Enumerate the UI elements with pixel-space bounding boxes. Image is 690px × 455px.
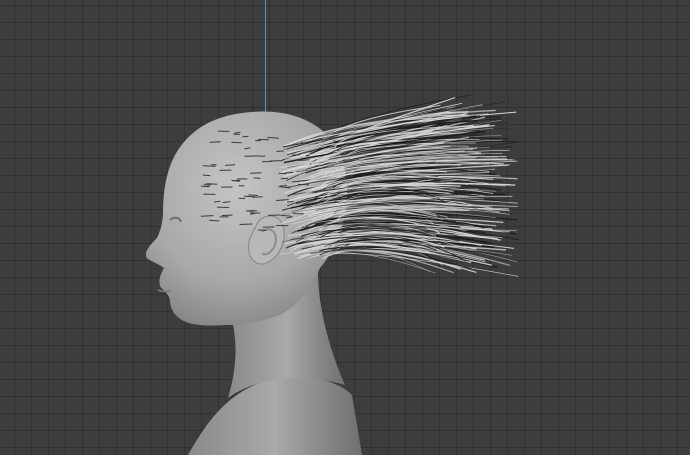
scalp-root-mark <box>225 164 236 166</box>
3d-viewport[interactable] <box>0 0 690 455</box>
scalp-root-mark <box>284 171 294 174</box>
hair-particle-strands <box>279 94 520 277</box>
scalp-root-mark <box>279 184 288 187</box>
shoulder-mesh <box>188 377 362 455</box>
scalp-root-mark <box>200 215 214 217</box>
scalp-root-mark <box>239 223 253 225</box>
scalp-root-mark <box>204 185 211 187</box>
scalp-root-mark <box>248 194 258 196</box>
scalp-root-mark <box>297 183 310 186</box>
scalp-root-mark <box>252 196 263 198</box>
scalp-root-mark <box>242 135 249 138</box>
scalp-root-mark <box>202 165 216 167</box>
head-model-with-hair[interactable] <box>0 0 690 455</box>
scalp-root-mark <box>214 200 221 203</box>
scalp-root-mark <box>298 159 310 162</box>
